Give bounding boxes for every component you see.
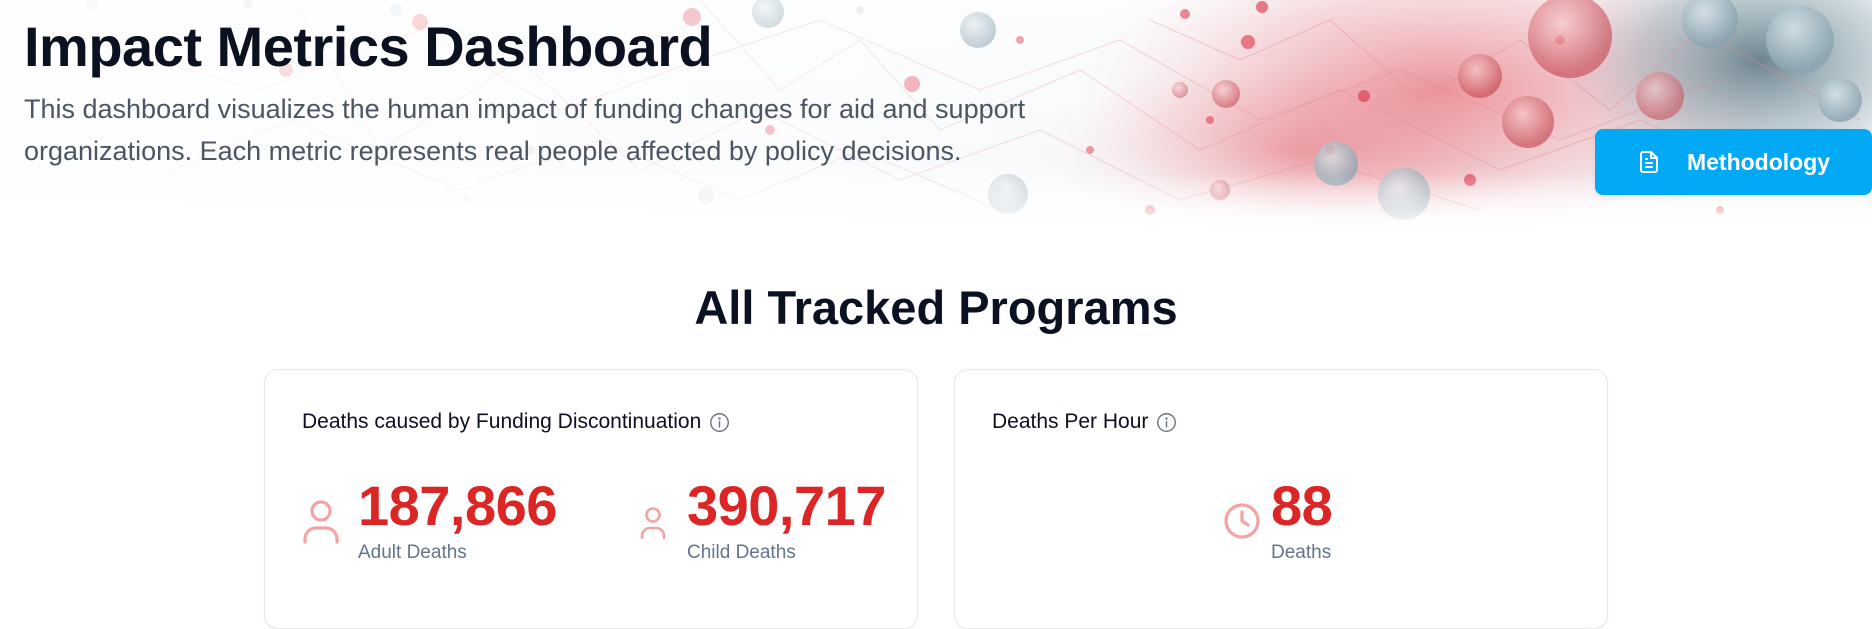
- funding-discontinuation-card: Deaths caused by Funding Discontinuation…: [264, 369, 918, 629]
- deaths-per-hour-value: 88: [1271, 474, 1333, 537]
- page-description: This dashboard visualizes the human impa…: [24, 94, 1026, 166]
- child-deaths-value: 390,717: [687, 474, 886, 537]
- document-icon: [1637, 150, 1661, 174]
- methodology-button[interactable]: Methodology: [1595, 129, 1872, 195]
- deaths-per-hour-card: Deaths Per Hour 88 Deaths: [954, 369, 1608, 629]
- person-icon: [302, 498, 340, 544]
- clock-icon: [1223, 502, 1261, 540]
- page-title: Impact Metrics Dashboard: [24, 15, 713, 78]
- child-deaths-label: Child Deaths: [687, 542, 796, 563]
- card-title: Deaths caused by Funding Discontinuation: [302, 410, 730, 434]
- hero-banner: Impact Metrics Dashboard This dashboard …: [0, 0, 1872, 232]
- section-title: All Tracked Programs: [694, 281, 1178, 334]
- person-icon: [639, 506, 667, 540]
- card-title: Deaths Per Hour: [992, 410, 1177, 434]
- card-title-text: Deaths caused by Funding Discontinuation: [302, 410, 702, 433]
- deaths-per-hour-label: Deaths: [1271, 542, 1332, 563]
- info-icon[interactable]: [1156, 412, 1177, 433]
- adult-deaths-value: 187,866: [358, 474, 557, 537]
- info-icon[interactable]: [709, 412, 730, 433]
- card-title-text: Deaths Per Hour: [992, 410, 1149, 433]
- methodology-button-label: Methodology: [1686, 148, 1831, 175]
- adult-deaths-label: Adult Deaths: [358, 542, 467, 563]
